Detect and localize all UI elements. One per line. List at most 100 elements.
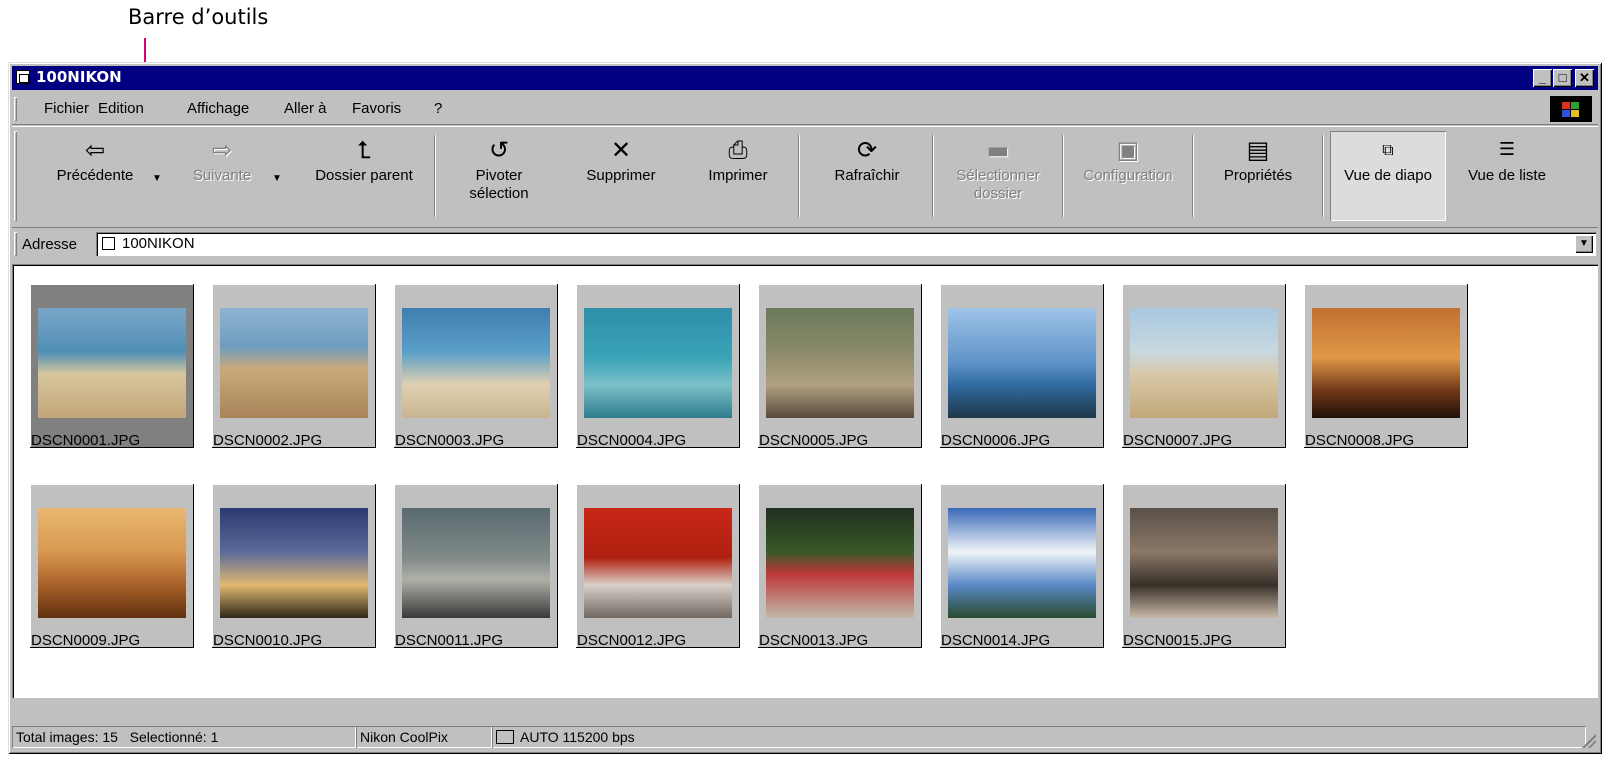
thumbnail-frame[interactable]	[394, 484, 558, 648]
forward-button[interactable]: ⇨ Suivante ▼	[172, 131, 282, 221]
maximize-button[interactable]: □	[1553, 69, 1572, 87]
thumbnail-frame[interactable]	[940, 284, 1104, 448]
thumbnail-photo[interactable]	[766, 308, 914, 418]
thumbnail-photo[interactable]	[948, 308, 1096, 418]
thumbnail-photo[interactable]	[584, 508, 732, 618]
forward-dropdown-icon[interactable]: ▼	[272, 173, 282, 184]
forward-label: Suivante	[192, 167, 252, 184]
back-label: Précédente	[56, 167, 134, 184]
address-bar-grip[interactable]	[14, 232, 17, 256]
thumbnail-item[interactable]: DSCN0015.JPG	[1104, 464, 1286, 658]
thumbnail-frame[interactable]	[940, 484, 1104, 648]
thumbnail-photo[interactable]	[38, 308, 186, 418]
folder-up-icon: ⮤	[356, 136, 372, 164]
rotate-label-line1: Pivoter	[475, 167, 523, 184]
thumbnail-photo[interactable]	[38, 508, 186, 618]
thumbnail-frame[interactable]	[212, 484, 376, 648]
address-bar: Adresse 100NIKON ▼	[12, 230, 1598, 260]
menu-favoris[interactable]: Favoris	[352, 100, 401, 117]
select-folder-button[interactable]: ▬ Sélectionner dossier	[938, 131, 1058, 221]
thumbnail-photo[interactable]	[1130, 508, 1278, 618]
resize-grip[interactable]	[1582, 734, 1596, 748]
thumbnail-filename: DSCN0003.JPG	[395, 432, 505, 449]
parent-folder-label: Dossier parent	[315, 167, 413, 184]
rotate-label-line2: sélection	[469, 185, 529, 202]
toolbar-grip[interactable]	[14, 131, 17, 221]
address-dropdown-button[interactable]: ▼	[1575, 235, 1593, 253]
properties-button[interactable]: ▤ Propriétés	[1198, 131, 1318, 221]
thumbnail-item[interactable]: DSCN0002.JPG	[194, 264, 376, 458]
window-title: 100NIKON	[36, 68, 122, 86]
thumbnail-item[interactable]: DSCN0004.JPG	[558, 264, 740, 458]
rotate-icon: ↺	[488, 136, 510, 164]
back-dropdown-icon[interactable]: ▼	[152, 173, 162, 184]
rotate-button[interactable]: ↺ Pivoter sélection	[444, 131, 554, 221]
menu-help[interactable]: ?	[434, 100, 442, 117]
configuration-button[interactable]: ▣ Configuration	[1068, 131, 1188, 221]
close-button[interactable]: ✕	[1575, 69, 1594, 87]
thumbnail-item[interactable]: DSCN0005.JPG	[740, 264, 922, 458]
thumbnail-item[interactable]: DSCN0001.JPG	[12, 264, 194, 458]
status-connection-panel: AUTO 115200 bps	[492, 726, 1586, 748]
thumbnail-item[interactable]: DSCN0008.JPG	[1286, 264, 1468, 458]
thumbnail-item[interactable]: DSCN0012.JPG	[558, 464, 740, 658]
slide-view-button[interactable]: ⧉ Vue de diapo	[1330, 131, 1446, 221]
thumbnail-item[interactable]: DSCN0011.JPG	[376, 464, 558, 658]
menu-aller-a[interactable]: Aller à	[284, 100, 327, 117]
thumbnail-filename: DSCN0001.JPG	[31, 432, 141, 449]
thumbnail-item[interactable]: DSCN0003.JPG	[376, 264, 558, 458]
thumbnail-photo[interactable]	[220, 508, 368, 618]
thumbnail-frame[interactable]	[758, 284, 922, 448]
thumbnail-frame[interactable]	[1304, 284, 1468, 448]
menu-fichier[interactable]: Fichier	[44, 100, 89, 117]
thumbnail-photo[interactable]	[220, 308, 368, 418]
thumbnail-frame[interactable]	[758, 484, 922, 648]
thumbnail-item[interactable]: DSCN0014.JPG	[922, 464, 1104, 658]
thumbnail-photo[interactable]	[948, 508, 1096, 618]
thumbnail-photo[interactable]	[584, 308, 732, 418]
thumbnail-frame[interactable]	[1122, 484, 1286, 648]
folder-window-icon[interactable]	[16, 70, 30, 84]
status-counts: Total images: 15 Selectionné: 1	[12, 726, 356, 748]
thumbnail-frame[interactable]	[1122, 284, 1286, 448]
thumbnail-frame[interactable]	[212, 284, 376, 448]
menu-edition[interactable]: Edition	[98, 100, 144, 117]
refresh-icon: ⟳	[856, 136, 878, 164]
thumbnail-item[interactable]: DSCN0009.JPG	[12, 464, 194, 658]
back-button[interactable]: ⇦ Précédente ▼	[36, 131, 162, 221]
thumbnail-item[interactable]: DSCN0013.JPG	[740, 464, 922, 658]
address-field[interactable]: 100NIKON ▼	[96, 232, 1596, 256]
list-view-button[interactable]: ☰ Vue de liste	[1452, 131, 1562, 221]
toolbar-separator	[1322, 135, 1324, 217]
thumbnail-photo[interactable]	[402, 508, 550, 618]
thumbnail-filename: DSCN0008.JPG	[1305, 432, 1415, 449]
minimize-button[interactable]: _	[1533, 69, 1552, 87]
thumbnail-photo[interactable]	[402, 308, 550, 418]
thumbnail-frame[interactable]	[576, 284, 740, 448]
thumbnail-photo[interactable]	[766, 508, 914, 618]
print-button[interactable]: ⎙ Imprimer	[688, 131, 788, 221]
thumbnail-photo[interactable]	[1130, 308, 1278, 418]
list-icon: ☰	[1498, 139, 1516, 160]
thumbnail-photo[interactable]	[1312, 308, 1460, 418]
parent-folder-button[interactable]: ⮤ Dossier parent	[302, 131, 426, 221]
thumbnail-frame[interactable]	[394, 284, 558, 448]
refresh-button[interactable]: ⟳ Rafraîchir	[808, 131, 926, 221]
properties-icon: ▤	[1246, 136, 1270, 164]
delete-button[interactable]: ✕ Supprimer	[566, 131, 676, 221]
thumbnail-item[interactable]: DSCN0010.JPG	[194, 464, 376, 658]
thumbnail-item[interactable]: DSCN0006.JPG	[922, 264, 1104, 458]
camera-icon: ▣	[1116, 136, 1140, 164]
thumbnail-filename: DSCN0005.JPG	[759, 432, 869, 449]
configuration-label: Configuration	[1083, 167, 1173, 184]
thumbnail-frame[interactable]	[30, 484, 194, 648]
menu-affichage[interactable]: Affichage	[187, 100, 249, 117]
slide-view-label: Vue de diapo	[1344, 167, 1432, 184]
status-selected: Selectionné: 1	[129, 729, 219, 745]
thumbnail-frame[interactable]	[30, 284, 194, 448]
thumbnail-filename: DSCN0012.JPG	[577, 632, 687, 649]
menu-bar-grip[interactable]	[14, 97, 17, 121]
thumbnail-item[interactable]: DSCN0007.JPG	[1104, 264, 1286, 458]
thumbnail-filename: DSCN0002.JPG	[213, 432, 323, 449]
thumbnail-frame[interactable]	[576, 484, 740, 648]
